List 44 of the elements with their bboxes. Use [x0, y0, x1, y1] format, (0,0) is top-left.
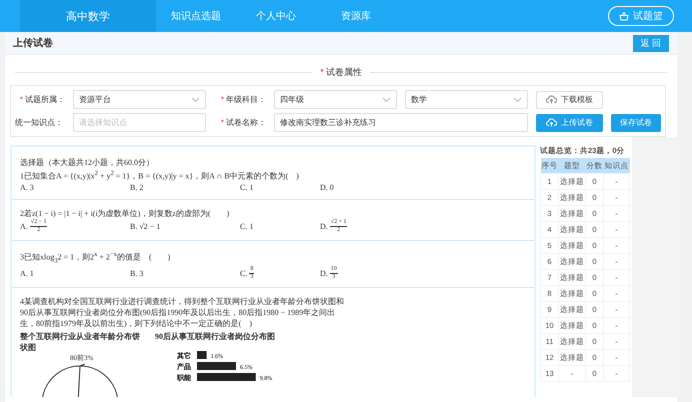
- download-template-button[interactable]: 下载模板: [536, 90, 603, 108]
- basket-icon: [619, 12, 629, 20]
- chevron-down-icon: [513, 96, 522, 102]
- chevron-down-icon: [191, 96, 200, 102]
- chevron-down-icon: [382, 96, 391, 102]
- chart-title: 90后从事互联网行业者岗位分布图: [155, 330, 276, 342]
- question-text: 1已知集合A = {(x,y)|x$^{2}$ + y$^{2}$ = 1}，B = {(x,y)|y = x}，则A ∩ B中元素的个数为( ): [20, 169, 300, 182]
- answer-option: A. 1: [20, 268, 130, 279]
- cloud-upload-icon: [546, 95, 557, 104]
- question-basket-button[interactable]: 试题篮: [608, 6, 674, 26]
- question-text: 4某调查机构对全国互联网行业进行调查统计，得到整个互联网行业从业者年龄分布饼状图和90后从事互联网行业者岗位分布图(90后指1990年及以后出生，80后指1980 − 1989年之间出生，80前指1979年及以前出生)，则下列结论中不一定正确的是( ): [20, 296, 345, 329]
- source-select[interactable]: 资源平台: [73, 90, 206, 109]
- field-label: * 试题所属：: [18, 94, 65, 105]
- question-text: 3已知xlog$_{3}$2 = 1，则2$^{x}$ + 2$^{−x}$的值是 ( ): [20, 250, 172, 266]
- field-label: * 试卷名称：: [220, 117, 266, 128]
- paper-name-field[interactable]: 修改南实理数三诊补充练习: [274, 113, 528, 132]
- answer-option: C. 1: [240, 220, 320, 232]
- section-heading: 选择题（本大题共12小题，共60.0分）: [20, 157, 155, 168]
- grade-select[interactable]: 四年级: [274, 90, 397, 109]
- nav-link[interactable]: 资源库: [316, 9, 396, 23]
- chart-title: 整个互联网行业从业者年龄分布饼状图: [20, 330, 141, 353]
- answer-option: B. 2: [130, 182, 240, 193]
- upload-paper-button[interactable]: 上传试卷: [536, 114, 603, 132]
- nav-link[interactable]: 个人中心: [236, 9, 316, 23]
- nav-link[interactable]: 知识点选题: [156, 9, 236, 23]
- section-title: * 试卷属性: [320, 66, 362, 79]
- answer-option: A. 3: [20, 182, 130, 193]
- cloud-upload-icon: [546, 118, 557, 127]
- field-label: 统一知识点：: [15, 117, 64, 128]
- knowledge-select[interactable]: 请选择知识点: [73, 113, 206, 132]
- answer-option: B. 3: [130, 268, 240, 279]
- page-title: 上传试卷: [13, 36, 53, 50]
- bar: [197, 362, 236, 370]
- field-label: * 年级科目：: [220, 94, 266, 105]
- back-button[interactable]: 返 回: [633, 34, 669, 52]
- brand-title[interactable]: 高中数学: [20, 0, 156, 32]
- subject-select[interactable]: 数学: [405, 90, 528, 109]
- answer-option: C. 1: [240, 182, 320, 193]
- save-paper-button[interactable]: 保存试卷: [611, 114, 661, 132]
- bar: [197, 372, 256, 381]
- bar: [197, 350, 207, 359]
- answer-option: B. √2 − 1: [130, 220, 240, 232]
- answer-option: D. 0: [320, 182, 420, 193]
- question-text: 2若z(1 − i) = |1 − i| + i(i为虚数单位)，则复数z的虚部为( ): [20, 208, 230, 218]
